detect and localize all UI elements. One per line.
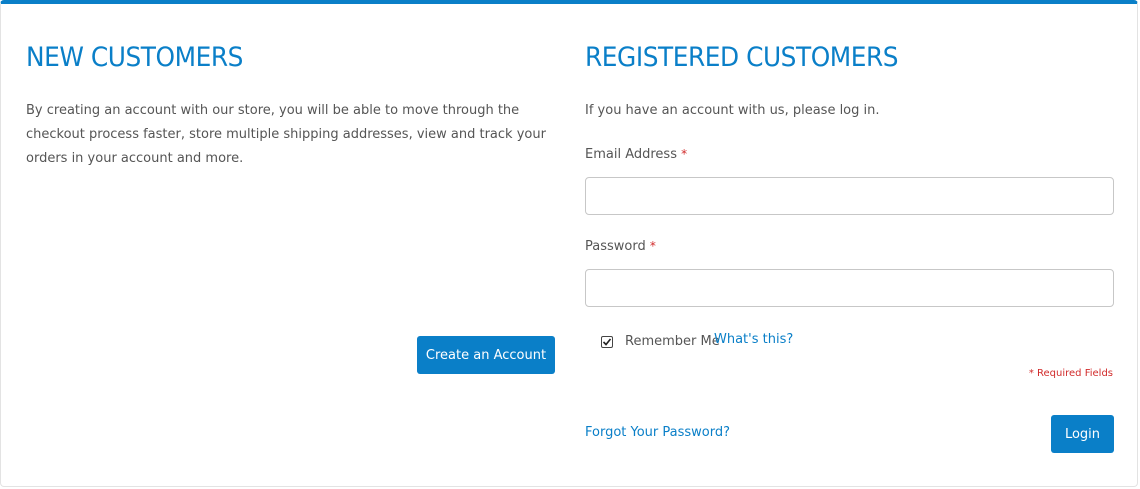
forgot-password-link[interactable]: Forgot Your Password? <box>585 425 730 440</box>
email-field[interactable] <box>585 177 1114 215</box>
password-field[interactable] <box>585 269 1114 307</box>
password-label: Password * <box>585 239 656 254</box>
create-account-button[interactable]: Create an Account <box>417 336 555 374</box>
remember-me-checkbox[interactable] <box>601 336 613 348</box>
remember-me-label: Remember Me <box>625 334 720 349</box>
required-asterisk: * <box>681 147 688 161</box>
email-label: Email Address * <box>585 147 687 162</box>
registered-customers-heading: REGISTERED CUSTOMERS <box>585 42 899 73</box>
checkmark-icon <box>602 338 612 346</box>
required-fields-note: * Required Fields <box>1028 368 1113 379</box>
required-asterisk: * <box>649 239 656 253</box>
new-customers-description: By creating an account with our store, y… <box>26 103 546 166</box>
login-intro-text: If you have an account with us, please l… <box>585 103 880 118</box>
email-label-text: Email Address <box>585 147 677 162</box>
login-panel: NEW CUSTOMERS By creating an account wit… <box>0 0 1138 487</box>
new-customers-heading: NEW CUSTOMERS <box>26 42 243 73</box>
password-label-text: Password <box>585 239 646 254</box>
whats-this-link[interactable]: What's this? <box>714 332 793 347</box>
login-button[interactable]: Login <box>1051 415 1114 453</box>
